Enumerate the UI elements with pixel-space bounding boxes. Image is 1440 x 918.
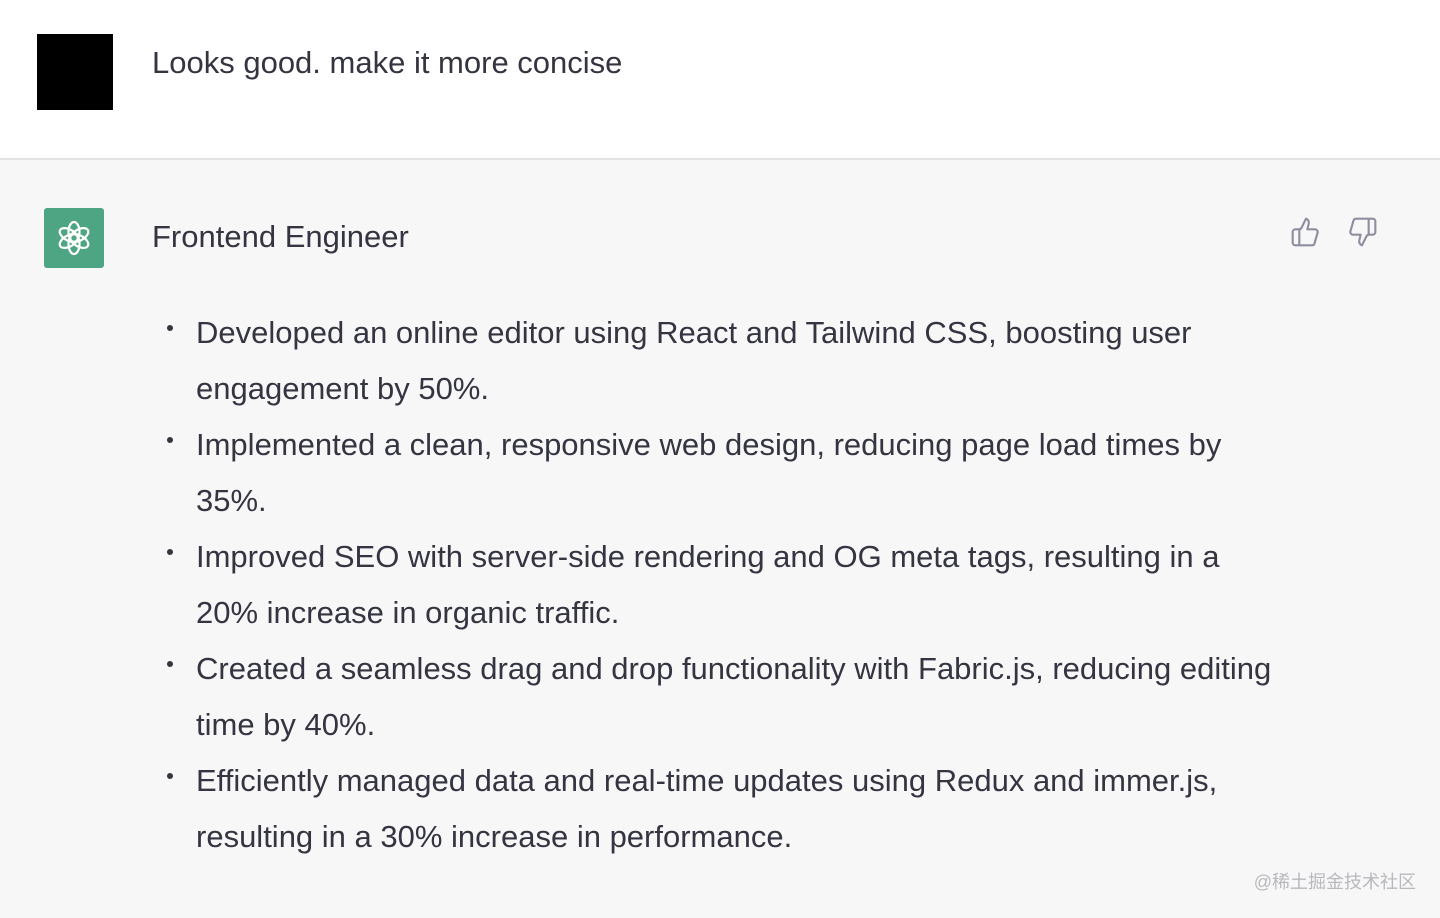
user-avatar [37,34,113,110]
list-item-text: Efficiently managed data and real-time u… [196,763,1218,854]
bullet-dot [167,437,173,443]
watermark: @稀土掘金技术社区 [1253,872,1416,892]
thumbs-up-icon [1291,217,1319,247]
thumbs-up-button[interactable] [1286,212,1326,252]
thumbs-down-icon [1349,217,1377,247]
list-item-text: Created a seamless drag and drop functio… [196,651,1272,742]
bullet-dot [167,773,173,779]
bullet-dot [167,549,173,555]
list-item-text: Implemented a clean, responsive web desi… [196,427,1222,518]
bullet-dot [167,661,173,667]
reply-title: Frontend Engineer [152,219,409,254]
list-item: Developed an online editor using React a… [160,305,1280,417]
list-item: Created a seamless drag and drop functio… [160,641,1280,753]
list-item: Efficiently managed data and real-time u… [160,753,1280,865]
openai-logo-icon [44,208,104,268]
list-item: Improved SEO with server-side rendering … [160,529,1280,641]
list-item-text: Improved SEO with server-side rendering … [196,539,1220,630]
user-message-text: Looks good. make it more concise [152,45,623,80]
bullet-list: Developed an online editor using React a… [160,305,1280,865]
bullet-dot [167,325,173,331]
list-item-text: Developed an online editor using React a… [196,315,1192,406]
assistant-message: Frontend Engineer Developed an online ed… [0,160,1440,918]
list-item: Implemented a clean, responsive web desi… [160,417,1280,529]
user-message: Looks good. make it more concise [0,0,1440,160]
thumbs-down-button[interactable] [1342,212,1382,252]
